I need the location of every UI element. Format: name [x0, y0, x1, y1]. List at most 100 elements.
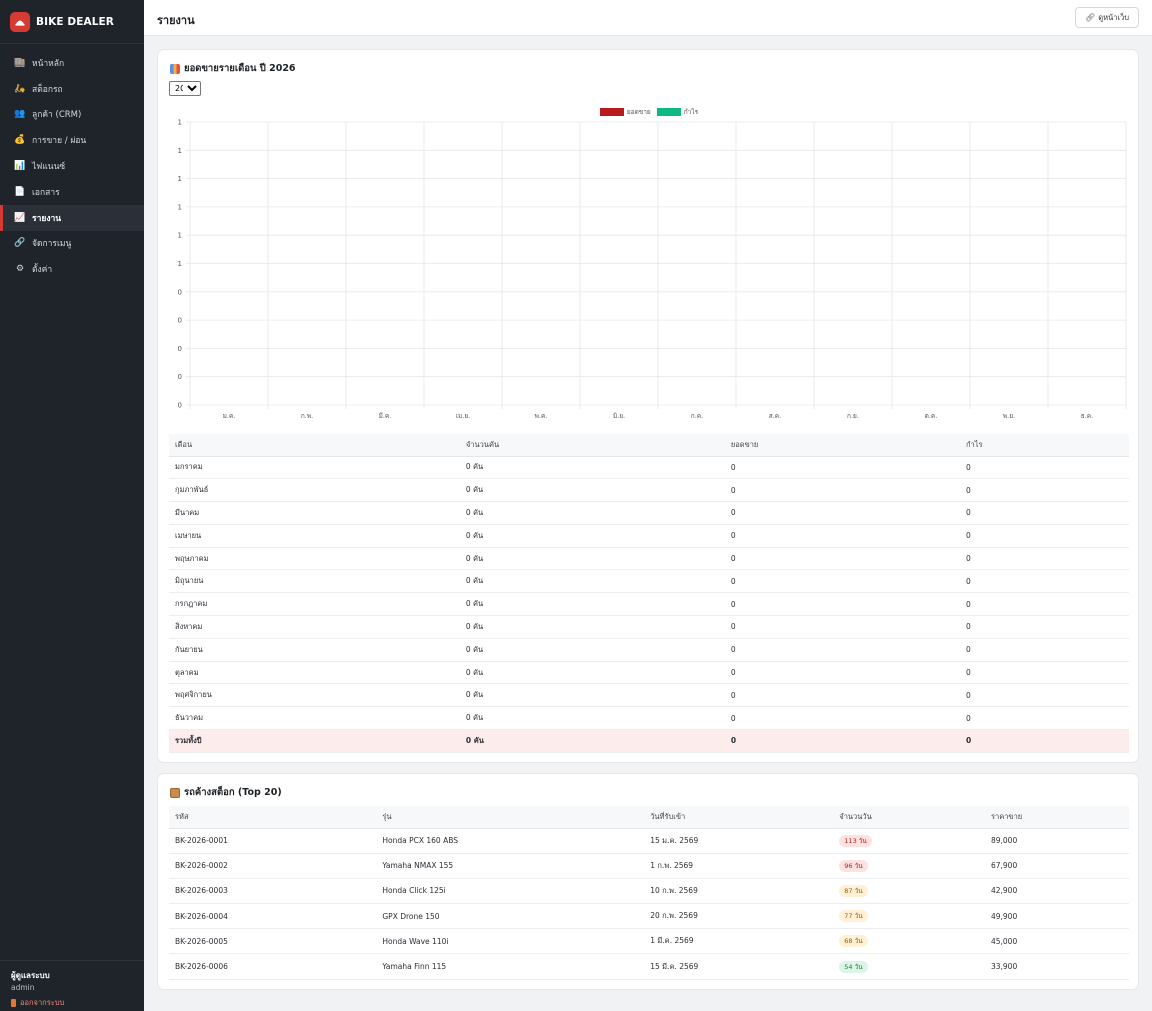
column-header: ราคาขาย [984, 806, 1129, 829]
sidebar-item-7[interactable]: 🔗 จัดการเมนู [0, 231, 144, 257]
sidebar-item-label: ลูกค้า (CRM) [32, 110, 82, 121]
table-cell: 42,900 [984, 878, 1129, 905]
table-row[interactable]: BK-2026-0005 Honda Wave 110i 1 มี.ค. 2569 6… [169, 928, 1129, 955]
column-header: กำไร [960, 434, 1129, 457]
legend-item[interactable]: ยอดขาย [599, 107, 651, 117]
table-cell: 0 [960, 456, 1129, 480]
x-tick-label: ม.ค. [223, 412, 236, 420]
sidebar-item-3[interactable]: 💰 การขาย / ผ่อน [0, 127, 144, 153]
table-cell: 0 [724, 569, 961, 594]
sidebar-item-4[interactable]: 📊 ไฟแนนซ์ [0, 153, 144, 179]
sidebar-item-label: เอกสาร [32, 187, 60, 198]
monthly-sales-card: ยอดขายรายเดือน ปี 2026 2026 ยอดขาย กำไร 1… [157, 49, 1139, 763]
package-icon [170, 787, 180, 798]
table-header-row: เดือน จำนวนคัน ยอดขาย กำไร [169, 434, 1129, 457]
table-cell: 0 [724, 547, 961, 571]
table-cell: 15 ม.ค. 2569 [644, 828, 834, 854]
x-tick-label: พ.ค. [535, 412, 548, 420]
table-row[interactable]: BK-2026-0002 Yamaha NMAX 155 1 ก.พ. 2569 96… [169, 853, 1129, 879]
view-site-label: ดูหน้าเว็บ [1098, 12, 1129, 22]
y-tick-label: 1 [178, 232, 182, 240]
table-row[interactable]: BK-2026-0006 Yamaha Finn 115 15 มี.ค. 2569… [169, 953, 1129, 980]
monthly-sales-table: เดือน จำนวนคัน ยอดขาย กำไร มกราคม 0 คัน 0 0 กุม… [169, 434, 1129, 753]
sales-card-title-text: ยอดขายรายเดือน ปี 2026 [184, 63, 296, 74]
stock-card-title-text: รถค้างสต็อก (Top 20) [184, 787, 282, 798]
logout-link[interactable]: ออกจากระบบ [11, 997, 133, 1009]
table-cell: 0 [960, 706, 1129, 731]
table-row[interactable]: BK-2026-0004 GPX Drone 150 20 ก.พ. 2569 77 … [169, 903, 1129, 930]
topbar: รายงาน 🔗︎ ดูหน้าเว็บ [144, 0, 1152, 36]
table-cell: 0 คัน [459, 729, 725, 753]
sidebar-item-1[interactable]: 🛵 สต็อกรถ [0, 76, 144, 102]
table-header-row: รหัส รุ่น วันที่รับเข้า จำนวนวัน ราคาขาย [169, 806, 1129, 829]
table-cell: ธันวาคม [169, 706, 460, 731]
brand[interactable]: BIKE DEALER [0, 0, 144, 44]
x-tick-label: ก.พ. [301, 412, 313, 420]
column-header: จำนวนคัน [459, 434, 725, 457]
y-tick-label: 1 [178, 175, 182, 183]
table-cell: 0 คัน [459, 661, 725, 685]
table-cell: 0 [724, 615, 961, 639]
table-cell: 0 [960, 501, 1129, 525]
sidebar-item-label: การขาย / ผ่อน [32, 136, 87, 147]
table-cell: Yamaha NMAX 155 [376, 853, 645, 879]
year-select[interactable]: 2026 [169, 81, 201, 96]
table-cell: มีนาคม [169, 501, 460, 525]
link-icon: 🔗 [14, 238, 26, 249]
x-tick-label: ธ.ค. [1081, 412, 1093, 420]
sidebar-item-6[interactable]: 📈 รายงาน [0, 204, 144, 231]
table-cell: 0 [960, 592, 1129, 617]
user-role: ผู้ดูแลระบบ [11, 971, 50, 980]
table-cell: ตุลาคม [169, 661, 460, 685]
table-cell: Honda PCX 160 ABS [376, 828, 645, 854]
column-header: รหัส [169, 806, 377, 829]
table-cell: 0 [724, 706, 961, 731]
table-cell: 0 [960, 547, 1129, 571]
table-cell: 0 คัน [459, 478, 725, 503]
column-header: วันที่รับเข้า [644, 806, 834, 829]
table-cell: 0 [960, 615, 1129, 639]
brand-name: BIKE DEALER [36, 15, 114, 28]
sidebar-item-label: หน้าหลัก [32, 58, 65, 69]
table-cell: 0 [960, 569, 1129, 594]
view-site-button[interactable]: 🔗︎ ดูหน้าเว็บ [1075, 7, 1139, 28]
table-cell: มกราคม [169, 456, 460, 480]
table-row: กันยายน 0 คัน 0 0 [169, 638, 1129, 662]
table-row: พฤษภาคม 0 คัน 0 0 [169, 547, 1129, 571]
sidebar-item-label: จัดการเมนู [32, 239, 72, 250]
days-badge: 96 วัน [839, 859, 868, 872]
sidebar-item-5[interactable]: 📄 เอกสาร [0, 179, 144, 205]
table-cell: 0 [724, 638, 961, 662]
days-badge: 113 วัน [839, 834, 872, 847]
table-cell: 0 [724, 661, 961, 685]
table-row[interactable]: BK-2026-0003 Honda Click 125i 10 ก.พ. 2569… [169, 878, 1129, 905]
table-cell: 0 คัน [459, 569, 725, 594]
bar-chart-icon [170, 63, 180, 74]
column-header: จำนวนวัน [833, 806, 985, 829]
table-cell: 0 คัน [459, 615, 725, 639]
legend-swatch [656, 108, 681, 116]
legend-label: กำไร [683, 108, 699, 116]
table-row: พฤศจิกายน 0 คัน 0 0 [169, 683, 1129, 708]
motorcycle-icon: 🛵 [14, 83, 26, 94]
table-cell: 0 [724, 524, 961, 548]
table-row: เมษายน 0 คัน 0 0 [169, 524, 1129, 548]
table-row[interactable]: BK-2026-0001 Honda PCX 160 ABS 15 ม.ค. 256… [169, 828, 1129, 854]
days-badge: 54 วัน [839, 960, 868, 973]
logout-label: ออกจากระบบ [20, 998, 65, 1007]
table-cell: สิงหาคม [169, 615, 460, 639]
table-cell: 0 [960, 729, 1129, 753]
sidebar-item-8[interactable]: ⚙ ตั้งค่า [0, 256, 144, 282]
table-cell: 54 วัน [833, 953, 985, 980]
sidebar-item-2[interactable]: 👥 ลูกค้า (CRM) [0, 102, 144, 128]
sales-card-title: ยอดขายรายเดือน ปี 2026 [170, 61, 296, 76]
home-icon: 🏬 [14, 57, 26, 68]
table-cell: BK-2026-0005 [169, 928, 377, 955]
table-cell: 20 ก.พ. 2569 [644, 903, 834, 930]
sidebar-item-0[interactable]: 🏬 หน้าหลัก [0, 50, 144, 76]
x-tick-label: เม.ย. [456, 412, 470, 420]
table-cell: กรกฎาคม [169, 592, 460, 617]
legend-item[interactable]: กำไร [656, 107, 699, 117]
table-cell: BK-2026-0006 [169, 953, 377, 980]
y-tick-label: 0 [178, 345, 182, 353]
